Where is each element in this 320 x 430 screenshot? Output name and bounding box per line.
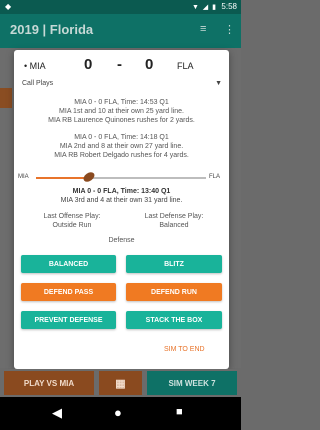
scoreboard: • MIA 0 - 0 FLA bbox=[14, 56, 229, 78]
last-offense-label: Last Offense Play: bbox=[43, 213, 101, 220]
current-play-situation: MIA 3rd and 4 at their own 31 yard line. bbox=[60, 197, 183, 204]
app-title: 2019 | Florida bbox=[10, 22, 94, 37]
play-filter-value: Call Plays bbox=[22, 80, 54, 87]
play-log-line: MIA 2nd and 8 at their own 27 yard line. bbox=[59, 143, 184, 150]
play-log-line: MIA 0 - 0 FLA, Time: 14:53 Q1 bbox=[74, 99, 169, 106]
sim-to-end-button[interactable]: SIM TO END bbox=[164, 346, 205, 353]
home-score: 0 bbox=[145, 56, 154, 73]
stack-the-box-button[interactable]: STACK THE BOX bbox=[126, 311, 222, 329]
recents-icon[interactable]: ■ bbox=[176, 406, 183, 418]
home-team: FLA bbox=[177, 61, 194, 71]
menu-icon[interactable]: ≡ bbox=[200, 23, 206, 35]
navigation-bar: ◀ ● ■ bbox=[0, 397, 241, 430]
defend-pass-button[interactable]: DEFEND PASS bbox=[21, 283, 116, 301]
away-team: • MIA bbox=[24, 61, 46, 71]
status-time: 5:58 bbox=[221, 2, 237, 11]
balanced-button[interactable]: BALANCED bbox=[21, 255, 116, 273]
game-dialog: • MIA 0 - 0 FLA Call Plays ▼ MIA 0 - 0 F… bbox=[14, 50, 229, 369]
play-log-entry: MIA 0 - 0 FLA, Time: 14:53 Q1 MIA 1st an… bbox=[14, 98, 229, 125]
score-separator: - bbox=[117, 56, 122, 73]
field-position: MIA FLA bbox=[14, 170, 229, 184]
play-filter-select[interactable]: Call Plays ▼ bbox=[22, 80, 222, 92]
field-left-team: MIA bbox=[18, 174, 29, 180]
dropdown-caret-icon: ▼ bbox=[215, 80, 222, 87]
play-vs-button[interactable]: PLAY VS MIA bbox=[4, 371, 94, 395]
play-log: MIA 0 - 0 FLA, Time: 14:53 Q1 MIA 1st an… bbox=[14, 98, 229, 168]
field-progress bbox=[36, 177, 89, 179]
status-icons: ▼ ◢ ▮ bbox=[191, 4, 217, 11]
blitz-button[interactable]: BLITZ bbox=[126, 255, 222, 273]
current-play: MIA 0 - 0 FLA, Time: 13:40 Q1 MIA 3rd an… bbox=[14, 187, 229, 205]
last-offense-play: Last Offense Play: Outside Run bbox=[22, 212, 122, 230]
sim-week-button[interactable]: SIM WEEK 7 bbox=[147, 371, 237, 395]
prevent-defense-button[interactable]: PREVENT DEFENSE bbox=[21, 311, 116, 329]
app-bar: 2019 | Florida ≡ ⋮ bbox=[0, 14, 241, 48]
away-score: 0 bbox=[84, 56, 93, 73]
play-log-line: MIA 0 - 0 FLA, Time: 14:18 Q1 bbox=[74, 134, 169, 141]
bottom-actions: PLAY VS MIA ▦ SIM WEEK 7 bbox=[0, 369, 241, 397]
defend-run-button[interactable]: DEFEND RUN bbox=[126, 283, 222, 301]
status-bar: ◆ ▼ ◢ ▮ 5:58 bbox=[0, 0, 241, 14]
last-offense-value: Outside Run bbox=[52, 222, 92, 229]
background-strip bbox=[0, 88, 12, 108]
football-icon bbox=[81, 170, 96, 184]
last-defense-play: Last Defense Play: Balanced bbox=[124, 212, 224, 230]
last-defense-value: Balanced bbox=[159, 222, 189, 229]
android-icon: ◆ bbox=[5, 2, 12, 11]
field-right-team: FLA bbox=[209, 174, 221, 180]
back-icon[interactable]: ◀ bbox=[52, 405, 62, 421]
play-log-line: MIA RB Robert Delgado rushes for 4 yards… bbox=[54, 152, 189, 159]
last-defense-label: Last Defense Play: bbox=[144, 213, 204, 220]
play-log-line: MIA RB Laurence Quinones rushes for 2 ya… bbox=[48, 117, 195, 124]
field-track bbox=[36, 170, 206, 184]
play-log-entry: MIA 0 - 0 FLA, Time: 14:18 Q1 MIA 2nd an… bbox=[14, 133, 229, 160]
home-icon[interactable]: ● bbox=[114, 405, 122, 420]
current-play-header: MIA 0 - 0 FLA, Time: 13:40 Q1 bbox=[72, 188, 171, 195]
schedule-icon[interactable]: ▦ bbox=[99, 371, 142, 395]
overflow-menu-icon[interactable]: ⋮ bbox=[224, 23, 235, 36]
defense-section-label: Defense bbox=[108, 237, 135, 244]
play-log-line: MIA 1st and 10 at their own 25 yard line… bbox=[59, 108, 184, 115]
